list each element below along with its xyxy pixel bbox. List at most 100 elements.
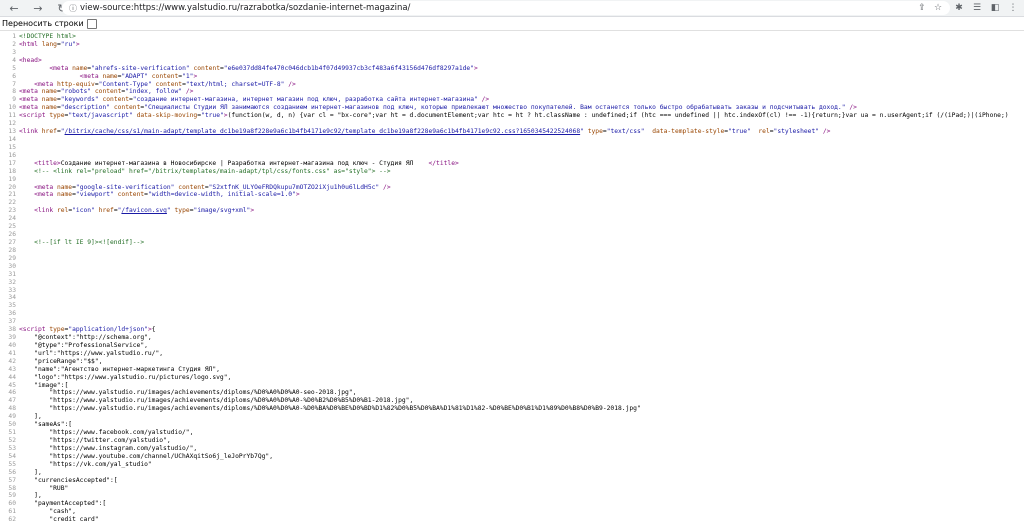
source-line: 29 xyxy=(0,255,1024,263)
source-link[interactable]: /favicon.svg xyxy=(121,207,167,214)
line-content: "https://www.yalstudio.ru/images/achieve… xyxy=(19,389,357,397)
browser-menu-icon[interactable]: ⋮ xyxy=(1006,1,1020,15)
address-bar-actions: ⇪ ☆ xyxy=(916,1,944,15)
line-number: 37 xyxy=(8,318,16,326)
line-content: <link rel="icon" href="/favicon.svg" typ… xyxy=(34,207,255,215)
line-number: 53 xyxy=(8,444,16,452)
source-line: 32 xyxy=(0,279,1024,287)
source-link[interactable]: /bitrix/cache/css/s1/main-adapt/template… xyxy=(65,128,581,135)
line-content: "cash", xyxy=(19,508,76,516)
source-line: 21 <meta name="viewport" content="width=… xyxy=(0,191,1024,199)
line-number: 24 xyxy=(8,215,16,223)
address-bar[interactable]: ⓘ view-source:https://www.yalstudio.ru/r… xyxy=(62,1,950,15)
source-line: 12 xyxy=(0,120,1024,128)
source-line: 3 xyxy=(0,49,1024,57)
line-number: 25 xyxy=(8,223,16,231)
line-number: 4 xyxy=(12,56,16,64)
line-number: 11 xyxy=(8,112,16,120)
extension-puzzle-icon[interactable]: ✱ xyxy=(952,1,966,15)
source-line: 52 "https://twitter.com/yalstudio", xyxy=(0,437,1024,445)
line-content: <!DOCTYPE html> xyxy=(19,33,76,40)
line-number: 13 xyxy=(8,128,16,136)
source-line: 16 xyxy=(0,152,1024,160)
info-icon[interactable]: ⓘ xyxy=(66,3,80,14)
source-line: 40 "@type":"ProfessionalService", xyxy=(0,342,1024,350)
line-content: "https://twitter.com/yalstudio", xyxy=(19,437,171,445)
line-number: 27 xyxy=(8,238,16,246)
line-content: "RUB" xyxy=(19,484,69,492)
line-number: 3 xyxy=(12,48,16,56)
source-line: 6 <meta name="ADAPT" content="1"> xyxy=(0,73,1024,81)
line-number: 10 xyxy=(8,104,16,112)
source-line: 19 xyxy=(0,176,1024,184)
line-number: 55 xyxy=(8,460,16,468)
source-line: 23 <link rel="icon" href="/favicon.svg" … xyxy=(0,207,1024,215)
source-line: 4 <head> xyxy=(0,57,1024,65)
source-line: 5 <meta name="ahrefs-site-verification" … xyxy=(0,65,1024,73)
line-number: 7 xyxy=(12,80,16,88)
source-line: 62 "credit card" xyxy=(0,516,1024,524)
line-number: 18 xyxy=(8,167,16,175)
source-line: 56 ], xyxy=(0,469,1024,477)
back-button[interactable]: ← xyxy=(6,0,22,16)
source-line: 59 ], xyxy=(0,492,1024,500)
line-content: "priceRange":"$$", xyxy=(19,357,103,365)
line-number: 23 xyxy=(8,207,16,215)
line-content: ], xyxy=(19,468,42,476)
line-content: "logo":"https://www.yalstudio.ru/picture… xyxy=(19,373,232,381)
side-panel-icon[interactable]: ◧ xyxy=(988,1,1002,15)
line-number: 50 xyxy=(8,421,16,429)
line-content: <meta name="ADAPT" content="1"> xyxy=(79,72,198,80)
line-number: 8 xyxy=(12,88,16,96)
line-number: 30 xyxy=(8,262,16,270)
source-line: 20 <meta name="google-site-verification"… xyxy=(0,184,1024,192)
line-content: <!--[if lt IE 9]><![endif]--> xyxy=(34,238,145,246)
source-line: 55 "https://vk.com/yal_studio" xyxy=(0,461,1024,469)
line-number: 21 xyxy=(8,191,16,199)
line-number: 2 xyxy=(12,40,16,48)
line-number: 56 xyxy=(8,468,16,476)
source-line: 42 "priceRange":"$$", xyxy=(0,358,1024,366)
line-content: <meta name="robots" content="index, foll… xyxy=(19,88,194,96)
line-number: 59 xyxy=(8,492,16,500)
reading-list-icon[interactable]: ☰ xyxy=(970,1,984,15)
source-line: 45 "image":[ xyxy=(0,382,1024,390)
share-icon[interactable]: ⇪ xyxy=(916,1,928,15)
source-line: 49 ], xyxy=(0,413,1024,421)
line-number: 35 xyxy=(8,302,16,310)
source-line: 36 xyxy=(0,310,1024,318)
line-content: "credit card" xyxy=(19,516,99,524)
source-line: 18 <!-- <link rel="preload" href="/bitri… xyxy=(0,168,1024,176)
browser-toolbar: ← → ↻ ⓘ view-source:https://www.yalstudi… xyxy=(0,0,1024,17)
source-line: 61 "cash", xyxy=(0,508,1024,516)
line-content: "currenciesAccepted":[ xyxy=(19,476,118,484)
line-number: 60 xyxy=(8,500,16,508)
line-number: 47 xyxy=(8,397,16,405)
source-line: 46 "https://www.yalstudio.ru/images/achi… xyxy=(0,389,1024,397)
line-number: 33 xyxy=(8,286,16,294)
source-line: 47 "https://www.yalstudio.ru/images/achi… xyxy=(0,397,1024,405)
line-content: <meta name="keywords" content="создание … xyxy=(19,96,490,104)
line-content: <head> xyxy=(19,56,42,64)
line-number: 39 xyxy=(8,334,16,342)
source-line: 44 "logo":"https://www.yalstudio.ru/pict… xyxy=(0,374,1024,382)
source-line: 26 xyxy=(0,231,1024,239)
source-line: 39 "@context":"http://schema.org", xyxy=(0,334,1024,342)
source-line: 43 "name":"Агентство интернет-маркетинга… xyxy=(0,366,1024,374)
forward-button[interactable]: → xyxy=(30,0,46,16)
line-content: "https://www.yalstudio.ru/images/achieve… xyxy=(19,405,641,413)
line-number: 49 xyxy=(8,413,16,421)
bookmark-star-icon[interactable]: ☆ xyxy=(932,1,944,15)
source-line: 11 <script type="text/javascript" data-sk… xyxy=(0,112,1024,120)
line-wrap-checkbox[interactable] xyxy=(86,18,97,29)
source-code-view: 1 <!DOCTYPE html> 2 <html lang="ru"> 3 4 <head… xyxy=(0,31,1024,524)
forward-arrow-icon: → xyxy=(33,1,43,15)
line-content: "@type":"ProfessionalService", xyxy=(19,341,148,349)
source-line: 15 xyxy=(0,144,1024,152)
line-number: 19 xyxy=(8,175,16,183)
source-line: 58 "RUB" xyxy=(0,485,1024,493)
source-line: 38 <script type="application/ld+json">{ xyxy=(0,326,1024,334)
line-number: 44 xyxy=(8,373,16,381)
line-number: 43 xyxy=(8,365,16,373)
source-line: 57 "currenciesAccepted":[ xyxy=(0,477,1024,485)
